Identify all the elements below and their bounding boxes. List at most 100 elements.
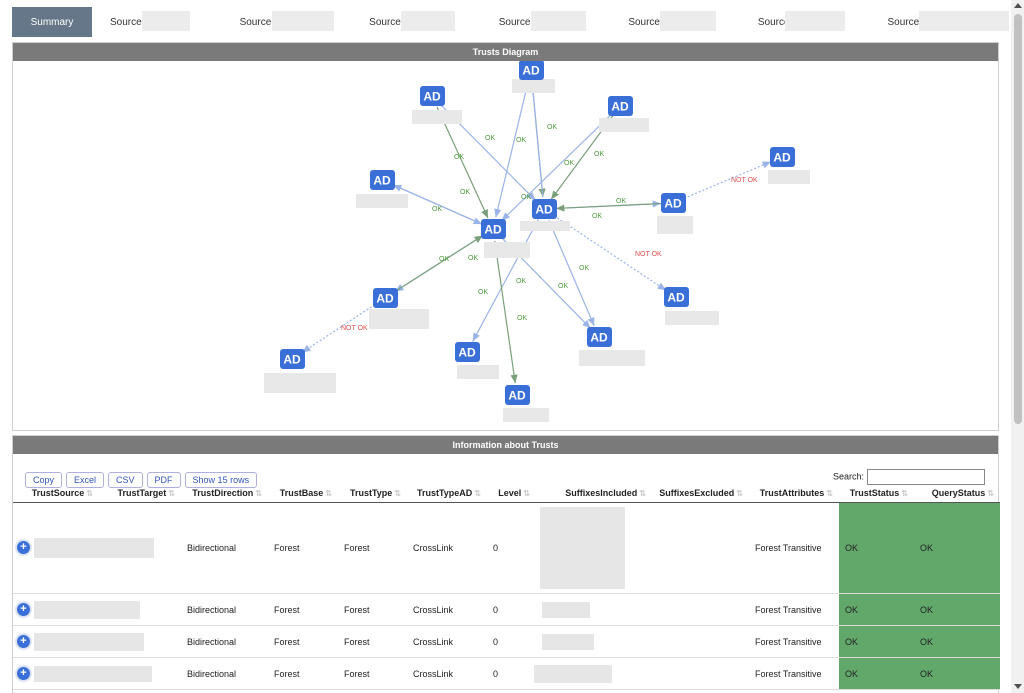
panel-header: Trusts Diagram <box>13 43 998 61</box>
table-header-row: TrustSource ⇅ TrustTarget ⇅ TrustDirection ⇅ T… <box>13 484 1000 503</box>
sort-arrows-icon[interactable]: ⇅ <box>86 489 93 498</box>
trusts-info-panel: Information about Trusts Copy Excel CSV PDF… <box>12 435 1000 693</box>
trust-type-cell: Forest <box>338 625 407 658</box>
column-header[interactable]: TrustStatus ⇅ <box>839 484 914 503</box>
ad-node-label: AD <box>522 64 540 78</box>
tab-label: Source <box>110 16 142 28</box>
column-header[interactable]: TrustTarget ⇅ <box>99 484 181 503</box>
domain-name-blurred <box>599 118 649 132</box>
ok-label: OK <box>592 213 602 220</box>
ok-label: OK <box>558 283 568 290</box>
ad-node-label: AD <box>590 331 608 345</box>
domain-name-blurred <box>484 242 530 258</box>
trust-attributes-cell: Forest Transitive <box>749 657 839 690</box>
column-header[interactable]: SuffixesExcluded ⇅ <box>652 484 749 503</box>
sort-arrows-icon[interactable]: ⇅ <box>255 489 262 498</box>
query-status-cell: OK <box>914 502 1000 594</box>
trust-direction-cell: Bidirectional <box>181 502 268 594</box>
tab-source-4[interactable]: Source <box>481 7 611 37</box>
ok-label: OK <box>485 135 495 142</box>
domain-name-blurred <box>264 373 336 393</box>
trust-direction-cell: Bidirectional <box>181 625 268 658</box>
tab-label: Source <box>628 16 660 28</box>
sort-arrows-icon[interactable]: ⇅ <box>901 489 908 498</box>
scroll-down-arrow-icon[interactable] <box>1014 684 1022 689</box>
sort-arrows-icon[interactable]: ⇅ <box>474 489 481 498</box>
column-header[interactable]: QueryStatus ⇅ <box>914 484 1000 503</box>
query-status-cell: OK <box>914 593 1000 626</box>
scrollbar-thumb[interactable] <box>1014 14 1022 424</box>
column-header[interactable]: TrustSource ⇅ <box>13 484 99 503</box>
ok-label: OK <box>517 315 527 322</box>
column-header[interactable]: TrustAttributes ⇅ <box>749 484 839 503</box>
query-status-cell: OK <box>914 625 1000 658</box>
level-cell: 0 <box>487 625 536 658</box>
tab-source-6[interactable]: Source <box>740 7 870 37</box>
not-ok-label: NOT OK <box>341 325 368 332</box>
search-box: Search: <box>833 469 985 485</box>
trusts-diagram-panel: Trusts Diagram OK OK OK OK OK OK OK OK OK OK OK OK O… <box>12 42 999 431</box>
page-scrollbar[interactable] <box>1011 0 1024 693</box>
ok-label: OK <box>454 154 464 161</box>
domain-name-blurred <box>768 170 810 184</box>
trust-type-ad-cell: CrossLink <box>407 657 487 690</box>
trust-base-cell: Forest <box>268 657 338 690</box>
tab-source-3[interactable]: Source <box>351 7 481 37</box>
sort-arrows-icon[interactable]: ⇅ <box>394 489 401 498</box>
sort-arrows-icon[interactable]: ⇅ <box>523 489 530 498</box>
trust-attributes-cell: Forest Transitive <box>749 625 839 658</box>
column-header[interactable]: TrustDirection ⇅ <box>181 484 268 503</box>
tab-summary[interactable]: Summary <box>12 7 92 37</box>
column-header[interactable]: TrustTypeAD ⇅ <box>407 484 487 503</box>
sort-arrows-icon[interactable]: ⇅ <box>639 489 646 498</box>
expand-row-icon[interactable]: + <box>17 666 30 680</box>
trust-status-cell: OK <box>839 502 914 594</box>
table-row: + Bidirectional Forest Forest CrossLink … <box>13 593 1000 626</box>
source-tabs: Summary Source Source Source Source Sour… <box>12 7 1010 37</box>
tab-source-5[interactable]: Source <box>610 7 740 37</box>
level-cell: 0 <box>487 657 536 690</box>
tab-source-7[interactable]: Source <box>869 7 1010 37</box>
domain-name-blurred <box>512 79 555 93</box>
ok-label: OK <box>468 255 478 262</box>
domain-name-blurred <box>665 311 719 325</box>
ad-node-label: AD <box>667 291 685 305</box>
tab-source-2[interactable]: Source <box>222 7 352 37</box>
column-header[interactable]: Level ⇅ <box>487 484 536 503</box>
level-cell: 0 <box>487 502 536 594</box>
domain-name-blurred <box>520 221 570 231</box>
trust-base-cell: Forest <box>268 593 338 626</box>
sort-arrows-icon[interactable]: ⇅ <box>736 489 743 498</box>
column-header[interactable]: SuffixesIncluded ⇅ <box>536 484 652 503</box>
domain-name-blurred <box>369 309 429 329</box>
column-header[interactable]: TrustType ⇅ <box>338 484 407 503</box>
not-ok-label: NOT OK <box>731 177 758 184</box>
scroll-up-arrow-icon[interactable] <box>1014 3 1022 8</box>
trust-edge <box>548 219 595 327</box>
trust-edge <box>529 81 544 198</box>
ok-label: OK <box>516 278 526 285</box>
expand-row-icon[interactable]: + <box>17 634 30 648</box>
expand-row-icon[interactable]: + <box>17 602 30 616</box>
ad-node-label: AD <box>373 174 391 188</box>
trust-edge <box>494 240 518 384</box>
trust-type-ad-cell: CrossLink <box>407 593 487 626</box>
sort-arrows-icon[interactable]: ⇅ <box>987 489 994 498</box>
ad-node-label: AD <box>773 151 791 165</box>
ok-label: OK <box>516 137 526 144</box>
tab-label: Source <box>239 16 272 28</box>
search-input[interactable] <box>866 469 985 485</box>
trusts-diagram[interactable]: OKOKOKOKOKOKOKOKOKOKOKOKOKOKOKOKOKOKOKNO… <box>13 61 998 430</box>
ad-node-label: AD <box>376 292 394 306</box>
ad-node-label: AD <box>535 203 553 217</box>
not-ok-label: NOT OK <box>635 251 662 258</box>
trust-status-cell: OK <box>839 657 914 690</box>
sort-arrows-icon[interactable]: ⇅ <box>826 489 833 498</box>
ad-node-label: AD <box>283 353 301 367</box>
trust-edge <box>555 202 662 212</box>
sort-arrows-icon[interactable]: ⇅ <box>168 489 175 498</box>
tab-source-1[interactable]: Source <box>92 7 222 37</box>
expand-row-icon[interactable]: + <box>17 541 30 555</box>
sort-arrows-icon[interactable]: ⇅ <box>325 489 332 498</box>
column-header[interactable]: TrustBase ⇅ <box>268 484 338 503</box>
